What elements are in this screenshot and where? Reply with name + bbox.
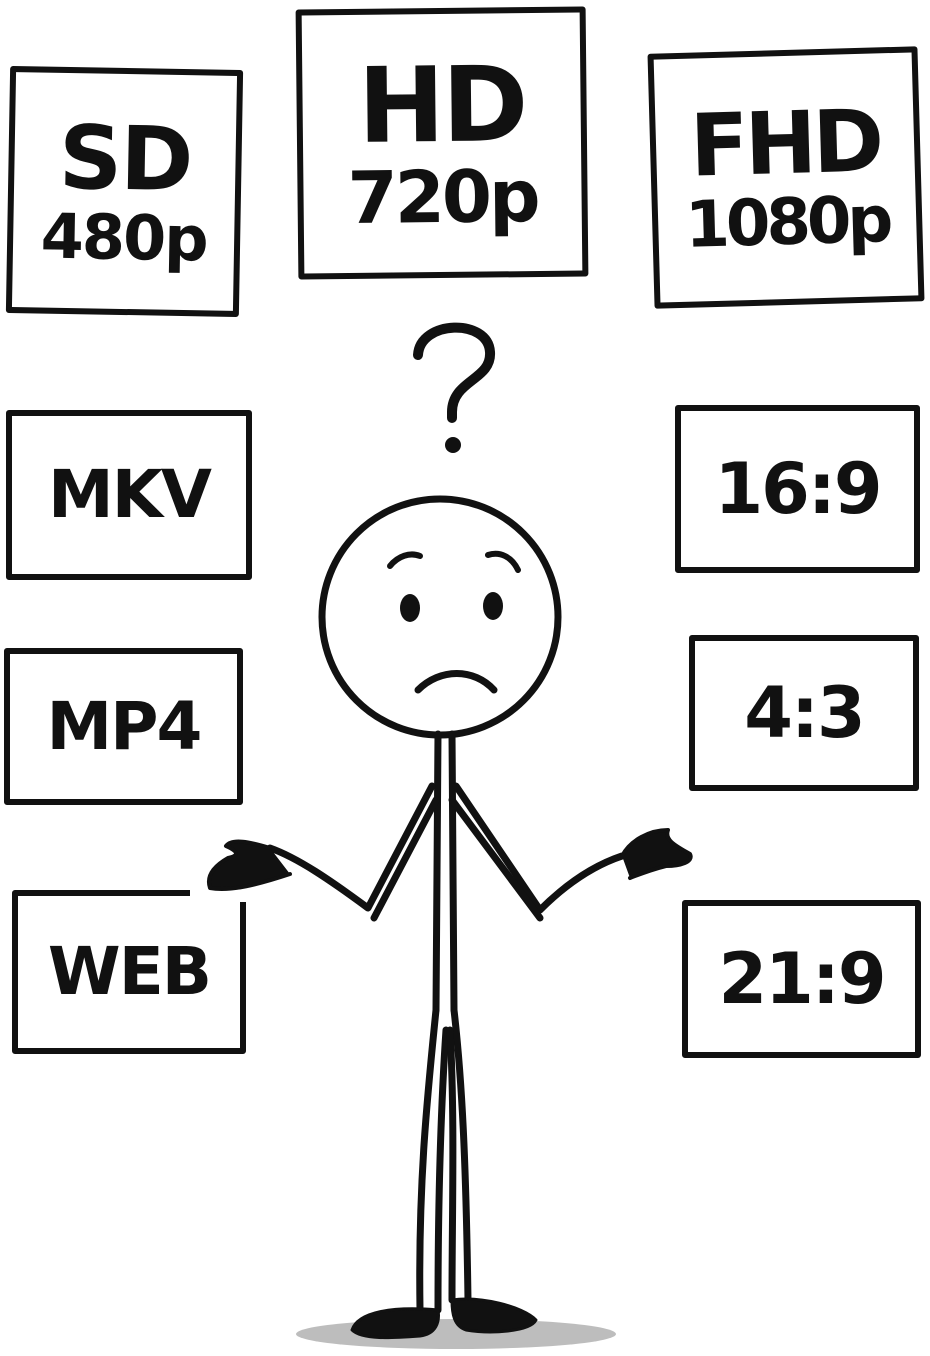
right-hand — [620, 828, 693, 880]
stick-figure-arms — [266, 782, 626, 922]
frown-mouth — [414, 670, 498, 694]
stick-figure-drawing — [207, 322, 693, 1349]
left-eyebrow — [387, 551, 423, 569]
left-eye — [400, 594, 420, 622]
question-mark-icon — [413, 322, 495, 453]
stick-figure-head — [318, 495, 562, 739]
right-eye — [483, 592, 503, 620]
illustration-canvas: SD 480p HD 720p FHD 1080p MKV MP4 WEB 16… — [0, 0, 930, 1356]
right-eyebrow — [485, 550, 521, 573]
